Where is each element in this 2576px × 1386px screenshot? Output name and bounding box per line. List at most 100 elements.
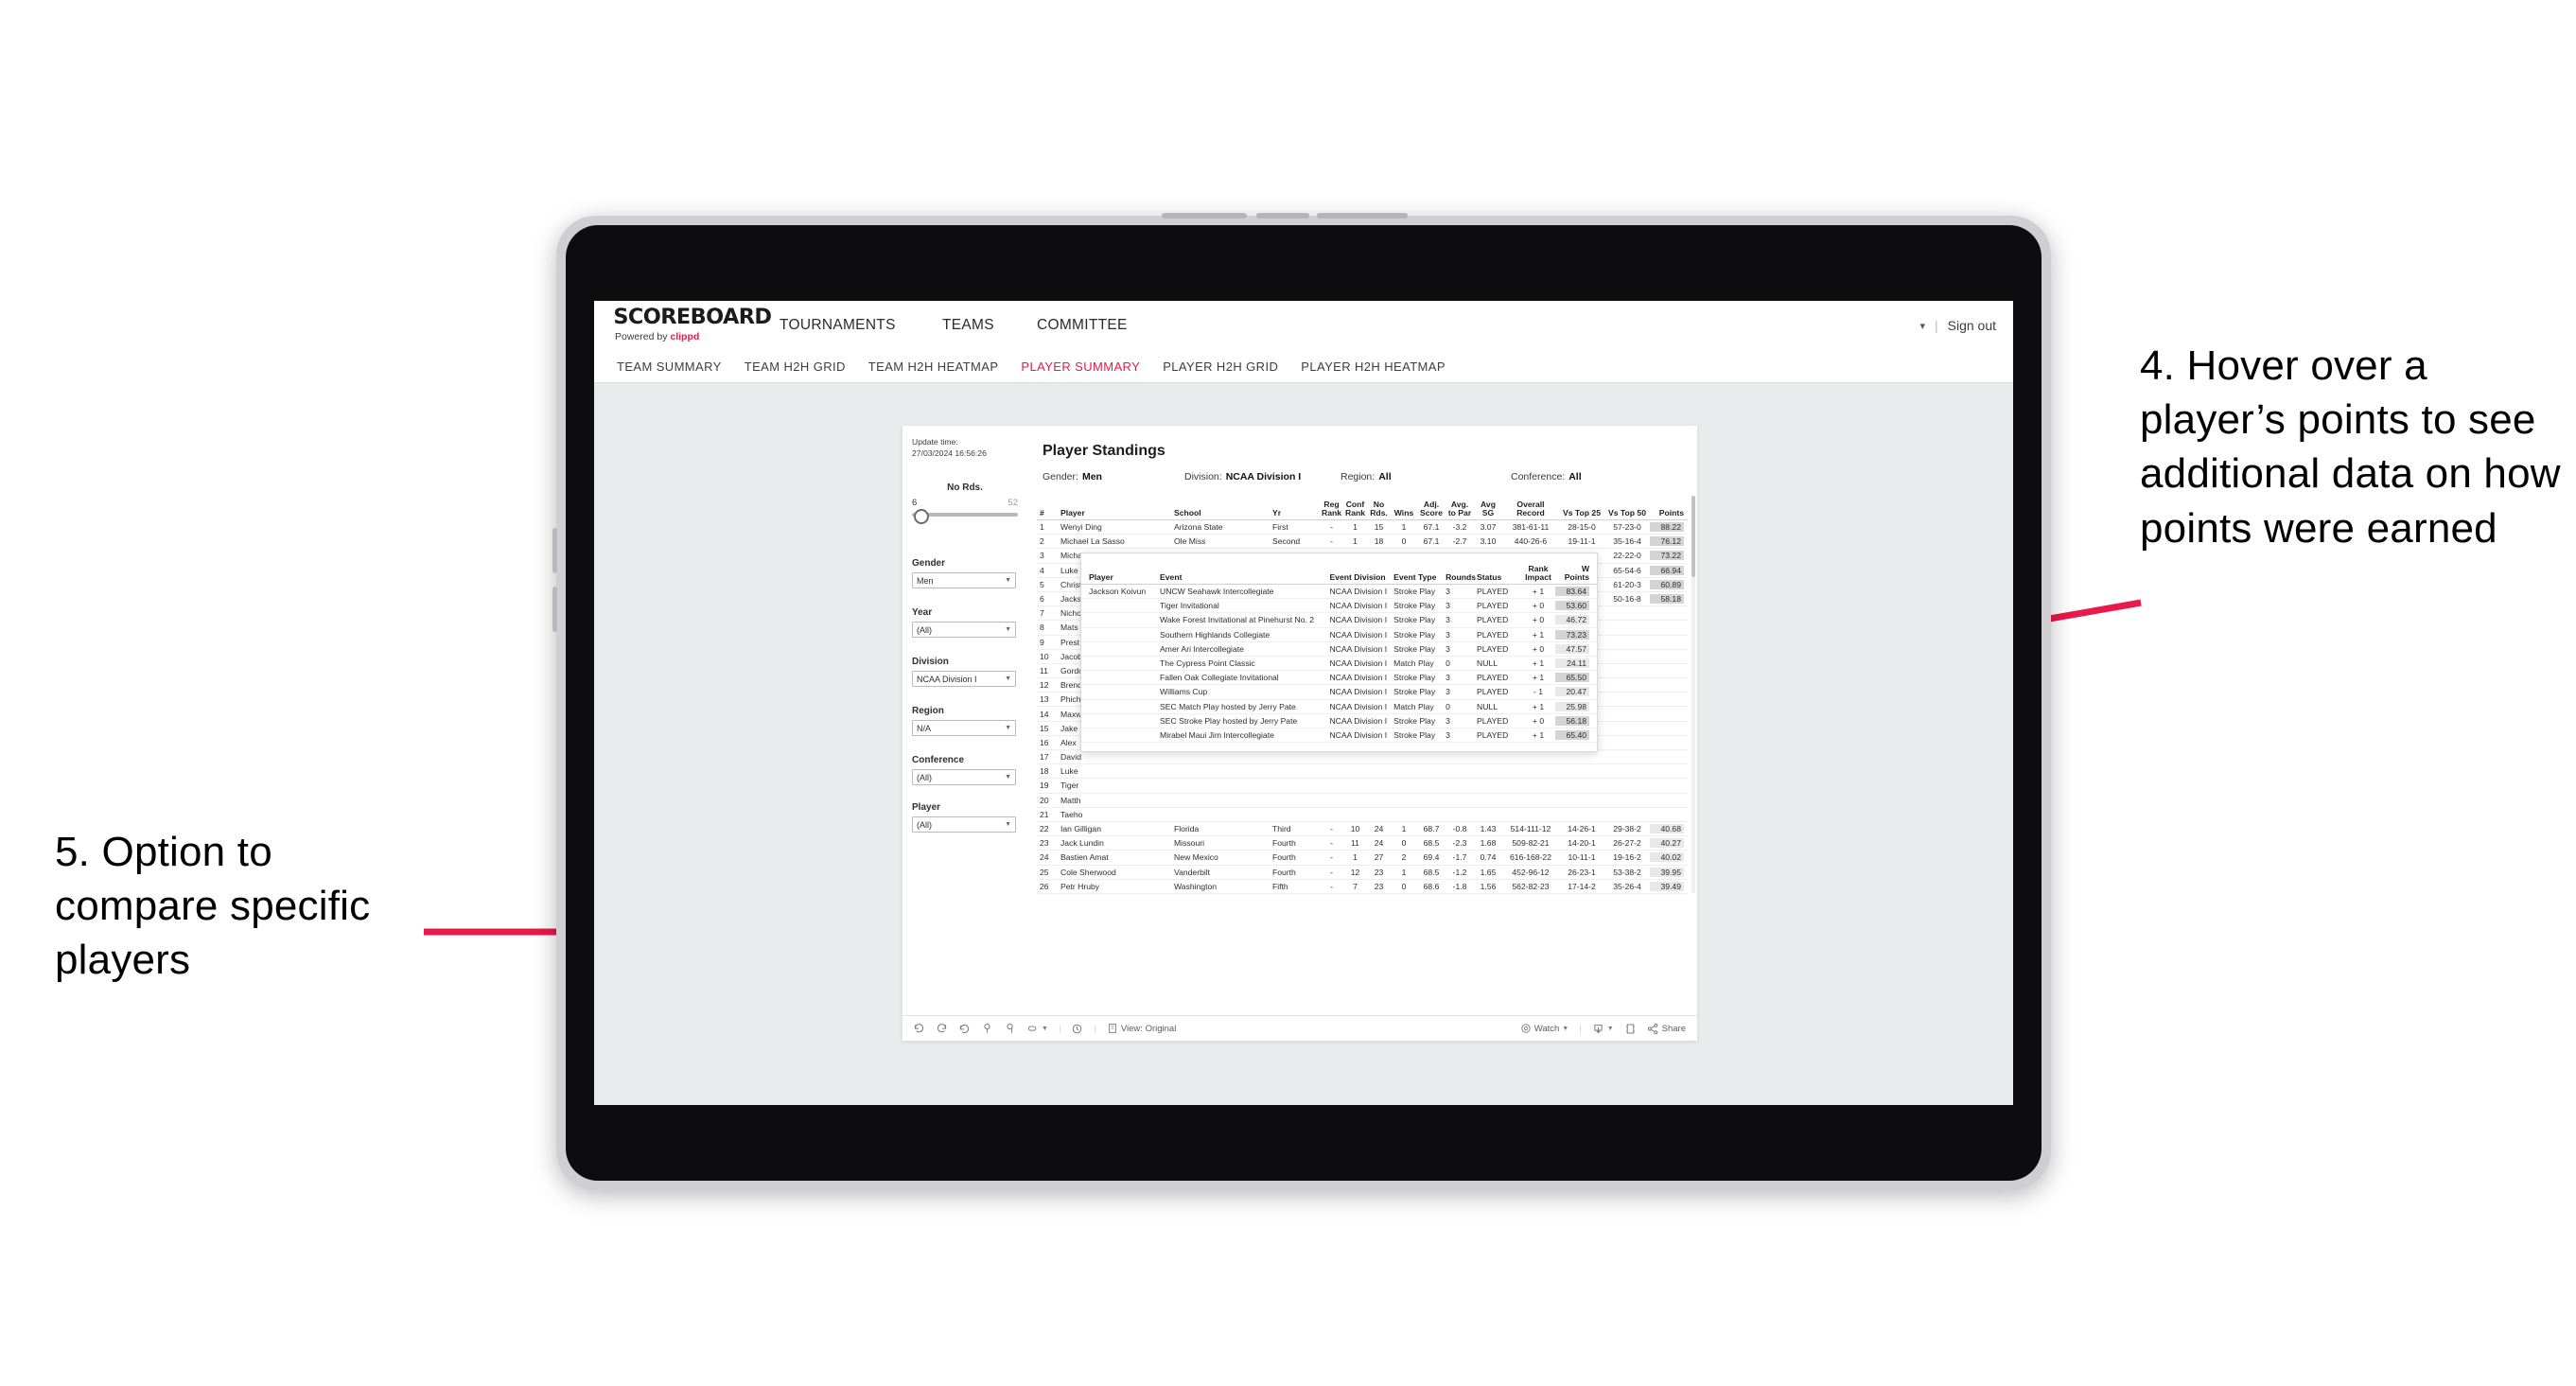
col-points[interactable]: Points (1650, 508, 1688, 518)
no-rounds-slider-track[interactable] (912, 509, 1018, 524)
filter-conference-select[interactable]: (All) ▼ (912, 769, 1016, 785)
table-row[interactable]: 19 Tiger (1037, 779, 1688, 794)
cell-win: 0 (1401, 838, 1407, 849)
points-chip[interactable]: 40.68 (1650, 824, 1684, 834)
device-preview-button[interactable] (1624, 1023, 1637, 1035)
cell-points[interactable]: 88.22 (1650, 522, 1688, 533)
points-chip[interactable]: 76.12 (1650, 536, 1684, 547)
table-row[interactable]: 26 Petr Hruby Washington Fifth - 7 23 0 68.6 -1.8… (1037, 880, 1688, 894)
points-chip[interactable]: 39.95 (1650, 867, 1684, 877)
subnav-tab-team-h2h-heatmap[interactable]: TEAM H2H HEATMAP (868, 360, 999, 374)
tt-cell-rank-impact: + 1 (1532, 673, 1545, 683)
points-chip[interactable]: 40.27 (1650, 838, 1684, 849)
volume-down-button[interactable] (552, 587, 557, 632)
cell-points[interactable]: 66.94 (1650, 565, 1688, 575)
download-button[interactable]: ▼ (1592, 1023, 1614, 1035)
points-chip[interactable]: 66.94 (1650, 565, 1684, 575)
col-player[interactable]: Player (1060, 508, 1174, 518)
brand-logo[interactable]: SCOREBOARD Powered by clippd (613, 307, 772, 343)
undo-icon[interactable] (913, 1023, 925, 1035)
view-original-button[interactable]: View: Original (1107, 1023, 1176, 1034)
col-vs-top-50[interactable]: Vs Top 50 (1604, 508, 1650, 518)
cell-player: Michael La Sasso (1060, 536, 1125, 547)
tt-cell-w-points: 20.47 (1554, 687, 1597, 697)
col-adj-score[interactable]: Adj. Score (1417, 500, 1446, 518)
no-rounds-slider-handle[interactable] (914, 509, 929, 524)
table-row[interactable]: 17 David (1037, 750, 1688, 765)
points-chip[interactable]: 39.49 (1650, 881, 1684, 891)
col-num[interactable]: # (1037, 508, 1060, 518)
cell-points[interactable]: 39.49 (1650, 881, 1688, 891)
points-chip[interactable]: 88.22 (1650, 522, 1684, 533)
cell-points[interactable]: 40.68 (1650, 824, 1688, 834)
cell-num: 26 (1040, 881, 1049, 891)
user-menu-icon[interactable]: ▾ (1919, 320, 1925, 332)
table-row[interactable]: 25 Cole Sherwood Vanderbilt Fourth - 12 23 1 68.… (1037, 866, 1688, 880)
cell-school: New Mexico (1174, 852, 1218, 863)
nav-tab-teams[interactable]: TEAMS (927, 301, 1009, 350)
signout-button[interactable]: Sign out (1948, 318, 1996, 333)
table-row[interactable]: 23 Jack Lundin Missouri Fourth - 11 24 0 68.5 -2.… (1037, 836, 1688, 851)
cell-points[interactable]: 40.27 (1650, 838, 1688, 849)
tt-cell-division: NCAA Division I (1329, 587, 1388, 597)
filter-division-select[interactable]: NCAA Division I ▼ (912, 671, 1016, 687)
resume-auto-update-icon[interactable] (1004, 1023, 1016, 1035)
pause-auto-update-icon[interactable] (981, 1023, 993, 1035)
watch-button[interactable]: Watch ▼ (1520, 1023, 1568, 1034)
filter-gender-select[interactable]: Men ▼ (912, 572, 1016, 588)
col-avg-sg[interactable]: Avg SG (1474, 500, 1502, 518)
col-reg-rank[interactable]: Reg Rank (1320, 500, 1343, 518)
pause-clock-icon[interactable] (1071, 1023, 1083, 1035)
col-wins[interactable]: Wins (1391, 508, 1417, 518)
tt-cell-event: SEC Match Play hosted by Jerry Pate (1160, 701, 1296, 711)
filter-region-select[interactable]: N/A ▼ (912, 720, 1016, 736)
cell-points[interactable]: 39.95 (1650, 867, 1688, 877)
points-chip[interactable]: 58.18 (1650, 594, 1684, 605)
table-row[interactable]: 18 Luke (1037, 764, 1688, 780)
col-school[interactable]: School (1174, 508, 1272, 518)
col-vs-top-25[interactable]: Vs Top 25 (1559, 508, 1604, 518)
nav-tab-committee[interactable]: COMMITTEE (1022, 301, 1143, 353)
nav-tab-tournaments[interactable]: TOURNAMENTS (764, 301, 911, 350)
tt-cell-division: NCAA Division I (1329, 729, 1388, 740)
refresh-icon[interactable] (1026, 1023, 1039, 1035)
logo-subtitle: Powered by clippd (615, 331, 770, 342)
table-row[interactable]: 22 Ian Gilligan Florida Third - 10 24 1 68.7 -0.8… (1037, 822, 1688, 837)
table-scrollbar-thumb[interactable] (1691, 496, 1695, 577)
filter-player-select[interactable]: (All) ▼ (912, 816, 1016, 833)
col-avg-to-par[interactable]: Avg. to Par (1446, 500, 1474, 518)
points-chip[interactable]: 73.22 (1650, 551, 1684, 561)
cell-num: 18 (1040, 766, 1049, 777)
subnav-tab-player-h2h-grid[interactable]: PLAYER H2H GRID (1163, 360, 1278, 374)
points-chip[interactable]: 40.02 (1650, 852, 1684, 863)
cell-points[interactable]: 58.18 (1650, 594, 1688, 605)
col-yr[interactable]: Yr (1272, 508, 1320, 518)
subnav-tab-player-summary[interactable]: PLAYER SUMMARY (1021, 360, 1140, 374)
share-button[interactable]: Share (1647, 1023, 1686, 1035)
table-row[interactable]: 21 Taeho (1037, 808, 1688, 822)
table-row[interactable]: 2 Michael La Sasso Ole Miss Second - 1 18 0 67.1… (1037, 535, 1688, 550)
cell-points[interactable]: 76.12 (1650, 536, 1688, 547)
col-no-rds[interactable]: No Rds. (1367, 500, 1391, 518)
subnav-tab-player-h2h-heatmap[interactable]: PLAYER H2H HEATMAP (1301, 360, 1446, 374)
subnav-tab-team-summary[interactable]: TEAM SUMMARY (617, 360, 722, 374)
table-row[interactable]: 1 Wenyi Ding Arizona State First - 1 15 1 67.1 -3… (1037, 520, 1688, 535)
redo-icon[interactable] (936, 1023, 948, 1035)
cell-points[interactable]: 40.02 (1650, 852, 1688, 863)
revert-icon[interactable] (958, 1023, 971, 1035)
table-scrollbar[interactable] (1691, 496, 1695, 893)
cell-points[interactable]: 60.89 (1650, 579, 1688, 589)
subnav-tab-team-h2h-grid[interactable]: TEAM H2H GRID (745, 360, 846, 374)
volume-up-button[interactable] (552, 528, 557, 573)
table-row[interactable]: 20 Matth (1037, 794, 1688, 808)
tt-cell-rounds: 3 (1446, 729, 1450, 740)
refresh-dropdown-icon[interactable]: ▼ (1042, 1026, 1048, 1032)
filter-year-select[interactable]: (All) ▼ (912, 622, 1016, 638)
meta-division: Division: NCAA Division I (1184, 471, 1341, 482)
cell-points[interactable]: 73.22 (1650, 551, 1688, 561)
points-chip[interactable]: 60.89 (1650, 579, 1684, 589)
tt-cell-type: Stroke Play (1393, 615, 1436, 625)
col-overall-record[interactable]: Overall Record (1502, 500, 1559, 518)
col-conf-rank[interactable]: Conf Rank (1343, 500, 1367, 518)
table-row[interactable]: 24 Bastien Amat New Mexico Fourth - 1 27 2 69.4 -… (1037, 851, 1688, 866)
